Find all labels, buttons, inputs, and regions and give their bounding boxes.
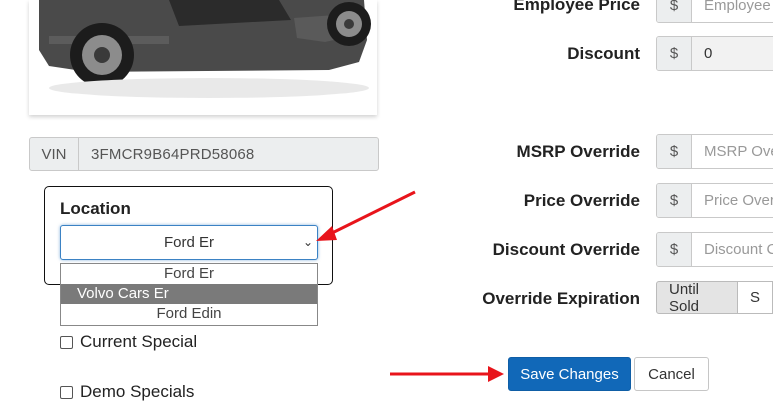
msrp-override-label: MSRP Override	[516, 142, 640, 161]
demo-specials-row: Demo Specials	[60, 382, 194, 402]
currency-addon: $	[657, 37, 692, 70]
override-expiration-toggle: Until Sold S	[656, 281, 773, 315]
demo-specials-label: Demo Specials	[80, 382, 195, 401]
price-override-input[interactable]: Price Over	[692, 184, 773, 217]
override-expiration-label: Override Expiration	[482, 289, 640, 308]
vin-field: VIN 3FMCR9B64PRD58068	[29, 137, 379, 171]
chevron-down-icon: ⌄	[302, 235, 313, 249]
location-option-ford-er[interactable]: Ford Er	[61, 264, 317, 284]
discount-input[interactable]: 0	[692, 37, 773, 70]
discount-override-input[interactable]: Discount C	[692, 233, 773, 266]
discount-override-label: Discount Override	[492, 240, 640, 259]
current-special-row: Current Special	[60, 332, 197, 352]
currency-addon: $	[657, 184, 692, 217]
save-changes-button[interactable]: Save Changes	[508, 357, 631, 391]
price-override-field: $ Price Over	[656, 183, 773, 218]
discount-field: $ 0	[656, 36, 773, 71]
arrow-to-location-select	[321, 190, 416, 240]
location-selected-value: Ford Er	[163, 234, 214, 251]
location-option-volvo-cars-er[interactable]: Volvo Cars Er	[61, 284, 317, 304]
location-option-ford-edin[interactable]: Ford Edin	[61, 304, 317, 324]
expiration-option-button[interactable]: S	[737, 281, 773, 314]
car-illustration	[29, 0, 377, 115]
discount-override-field: $ Discount C	[656, 232, 773, 267]
currency-addon: $	[657, 233, 692, 266]
demo-specials-checkbox[interactable]	[60, 385, 73, 399]
msrp-override-input[interactable]: MSRP Ove	[692, 135, 773, 168]
msrp-override-field: $ MSRP Ove	[656, 134, 773, 169]
cancel-button[interactable]: Cancel	[634, 357, 709, 391]
employee-price-label: Employee Price	[513, 0, 640, 14]
current-special-label: Current Special	[80, 332, 198, 351]
currency-addon: $	[657, 135, 692, 168]
employee-price-field: $ Employee	[656, 0, 773, 23]
location-dropdown-list: Ford Er Volvo Cars Er Ford Edin	[60, 263, 318, 326]
location-select[interactable]: Ford Er ⌄	[60, 225, 318, 260]
employee-price-input[interactable]: Employee	[692, 0, 773, 22]
currency-addon: $	[657, 0, 692, 22]
discount-label: Discount	[567, 44, 640, 63]
arrow-head-icon	[488, 366, 504, 382]
vin-label: VIN	[30, 138, 79, 170]
until-sold-button[interactable]: Until Sold	[656, 281, 738, 315]
price-override-label: Price Override	[523, 191, 640, 210]
location-title: Location	[60, 199, 131, 218]
current-special-checkbox[interactable]	[60, 335, 73, 349]
vin-value: 3FMCR9B64PRD58068	[91, 145, 255, 163]
vehicle-image	[29, 0, 377, 115]
